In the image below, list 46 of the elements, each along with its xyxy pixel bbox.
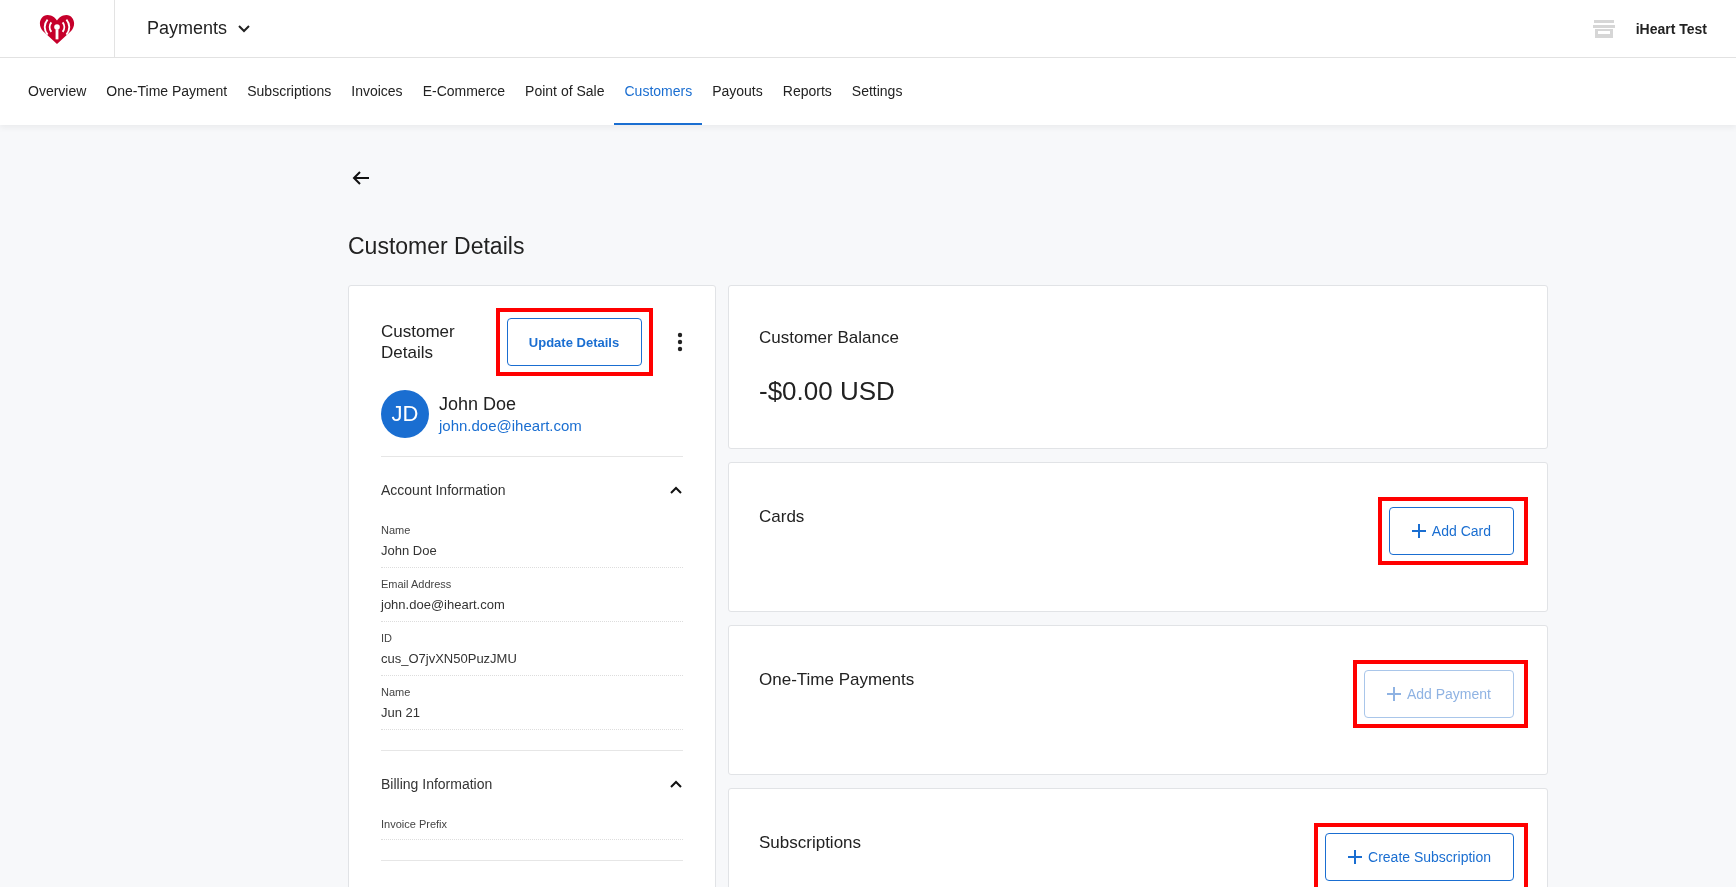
section-title: Billing Information — [381, 776, 493, 792]
field-value: John Doe — [381, 543, 438, 558]
nav-tab[interactable]: Customers — [614, 58, 703, 125]
field-label: Name — [381, 524, 412, 536]
nav-tab[interactable]: Invoices — [341, 58, 413, 125]
card-title: One-Time Payments — [759, 670, 915, 690]
field-value: Jun 21 — [381, 705, 422, 720]
nav-tab[interactable]: Subscriptions — [237, 58, 342, 125]
balance-amount: -$0.00 USD — [759, 376, 896, 407]
nav-tab[interactable]: Settings — [841, 58, 913, 125]
add-button[interactable]: Add Card — [1388, 507, 1514, 555]
card-title: Cards — [759, 507, 805, 527]
plus-icon — [1411, 524, 1426, 538]
nav-tab[interactable]: E-Commerce — [412, 58, 516, 125]
add-button[interactable]: Create Subscription — [1325, 833, 1514, 881]
card-title: Subscriptions — [759, 833, 862, 853]
account-name: iHeart Test — [1635, 20, 1707, 37]
store-icon — [1591, 18, 1616, 39]
plus-icon — [1348, 850, 1363, 864]
chevron-down-icon — [237, 24, 252, 33]
page-title: Customer Details — [348, 233, 526, 260]
field-label: Invoice Prefix — [381, 818, 449, 830]
nav-tab[interactable]: Reports — [772, 58, 842, 125]
customer-name: John Doe — [439, 394, 518, 415]
logo-icon — [38, 12, 76, 45]
nav-tab[interactable]: One-Time Payment — [96, 58, 238, 125]
plus-icon — [1386, 687, 1401, 701]
section-title: Account Information — [381, 482, 506, 498]
more-options-icon[interactable] — [677, 332, 683, 352]
card-title: Customer Details — [381, 320, 456, 364]
avatar: JD — [381, 390, 429, 438]
nav-tab[interactable]: Overview — [18, 58, 97, 125]
email-link[interactable]: john.doe@iheart.com — [439, 417, 582, 434]
field-label: Email Address — [381, 578, 453, 590]
card-title: Customer Balance — [759, 328, 900, 348]
nav-tab[interactable]: Payouts — [702, 58, 773, 125]
chevron-icon[interactable] — [669, 779, 683, 789]
field-label: Name — [381, 686, 412, 698]
chevron-icon[interactable] — [669, 485, 683, 495]
field-value: cus_O7jvXN50PuzJMU — [381, 651, 518, 666]
field-value: john.doe@iheart.com — [381, 597, 506, 612]
app-menu-button[interactable]: Payments — [145, 12, 254, 45]
back-arrow-icon[interactable] — [352, 170, 370, 186]
update-details-button[interactable]: Update Details — [506, 318, 642, 366]
field-label: ID — [381, 632, 393, 644]
nav-tab[interactable]: Point of Sale — [515, 58, 615, 125]
